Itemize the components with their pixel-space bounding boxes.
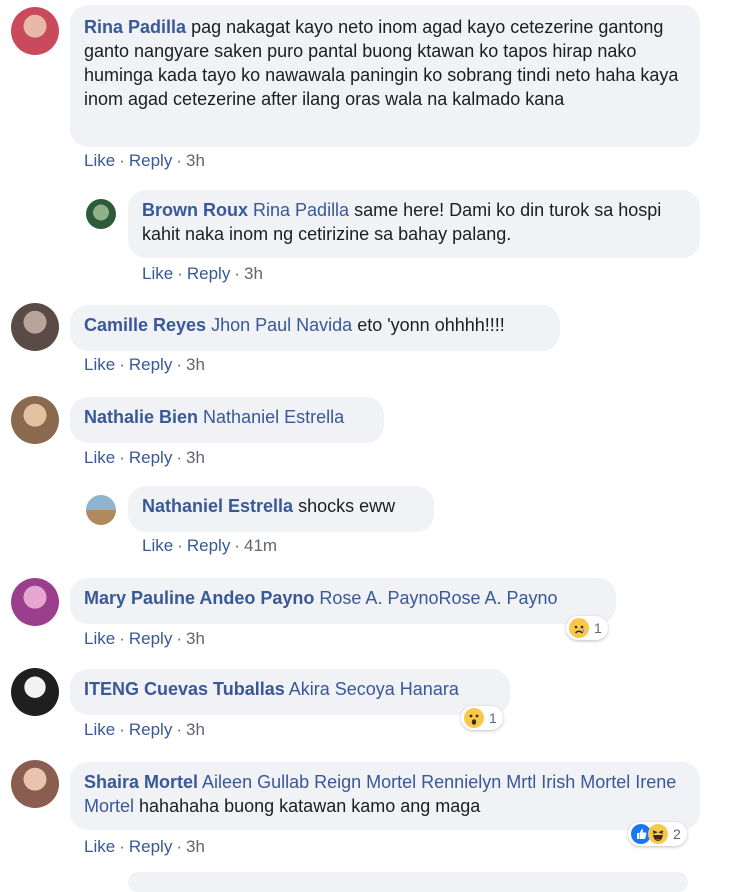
comment-bubble: Shaira Mortel Aileen Gullab Reign Mortel…: [70, 762, 700, 830]
comment-time[interactable]: 3h: [186, 448, 205, 467]
comment-author[interactable]: ITENG Cuevas Tuballas: [84, 679, 285, 699]
comment-actions: Like · Reply · 3h: [84, 720, 205, 739]
reaction-badge[interactable]: 2: [628, 822, 687, 846]
like-button[interactable]: Like: [84, 448, 115, 467]
comment-bubble: Rina Padilla pag nakagat kayo neto inom …: [70, 5, 700, 147]
reply-button[interactable]: Reply: [129, 151, 172, 170]
avatar[interactable]: [11, 396, 59, 444]
wow-icon: [464, 708, 484, 728]
comment-actions: Like · Reply · 41m: [142, 536, 278, 555]
reply-button[interactable]: Reply: [129, 355, 172, 374]
avatar[interactable]: [11, 760, 59, 808]
comment-author[interactable]: Mary Pauline Andeo Payno: [84, 588, 314, 608]
comment-actions: Like · Reply · 3h: [84, 448, 205, 467]
comment-bubble: ITENG Cuevas Tuballas Akira Secoya Hanar…: [70, 669, 510, 715]
like-button[interactable]: Like: [142, 264, 173, 283]
sad-icon: [569, 618, 589, 638]
mention-link[interactable]: Akira Secoya Hanara: [289, 679, 459, 699]
like-button[interactable]: Like: [84, 629, 115, 648]
reply-button[interactable]: Reply: [129, 720, 172, 739]
reaction-count: 2: [673, 826, 681, 842]
like-button[interactable]: Like: [84, 355, 115, 374]
comment-actions: Like · Reply · 3h: [142, 264, 263, 283]
reaction-badge[interactable]: 1: [461, 706, 503, 730]
reaction-count: 1: [489, 710, 497, 726]
like-button[interactable]: Like: [142, 536, 173, 555]
comment-bubble: Brown Roux Rina Padilla same here! Dami …: [128, 190, 700, 258]
comment-actions: Like · Reply · 3h: [84, 151, 205, 170]
comment-author[interactable]: Nathalie Bien: [84, 407, 198, 427]
comment-bubble: [128, 872, 688, 892]
avatar[interactable]: [86, 199, 116, 229]
avatar[interactable]: [11, 668, 59, 716]
reaction-count: 1: [594, 620, 602, 636]
like-button[interactable]: Like: [84, 837, 115, 856]
comment-bubble: Camille Reyes Jhon Paul Navida eto 'yonn…: [70, 305, 560, 351]
comment-author[interactable]: Shaira Mortel: [84, 772, 198, 792]
like-button[interactable]: Like: [84, 151, 115, 170]
comment-time[interactable]: 3h: [186, 151, 205, 170]
comment-time[interactable]: 3h: [186, 720, 205, 739]
mention-link[interactable]: Rose A. PaynoRose A. Payno: [319, 588, 557, 608]
reply-button[interactable]: Reply: [187, 264, 230, 283]
reaction-badge[interactable]: 1: [566, 616, 608, 640]
avatar[interactable]: [11, 7, 59, 55]
comment-actions: Like · Reply · 3h: [84, 629, 205, 648]
comment-text: shocks eww: [298, 496, 396, 516]
comment-time[interactable]: 3h: [186, 355, 205, 374]
comment-author[interactable]: Brown Roux: [142, 200, 248, 220]
haha-icon: [648, 824, 668, 844]
reply-button[interactable]: Reply: [129, 629, 172, 648]
comment-bubble: Nathaniel Estrella shocks eww: [128, 486, 434, 532]
reply-button[interactable]: Reply: [129, 448, 172, 467]
comment-author[interactable]: Camille Reyes: [84, 315, 206, 335]
comment-text: hahahaha buong katawan kamo ang maga: [139, 796, 481, 816]
mention-link[interactable]: Nathaniel Estrella: [203, 407, 344, 427]
comment-author[interactable]: Nathaniel Estrella: [142, 496, 293, 516]
comment-time[interactable]: 41m: [244, 536, 277, 555]
comment-time[interactable]: 3h: [186, 629, 205, 648]
comment-actions: Like · Reply · 3h: [84, 355, 205, 374]
reply-button[interactable]: Reply: [187, 536, 230, 555]
comment-bubble: Nathalie Bien Nathaniel Estrella: [70, 397, 384, 443]
comment-actions: Like · Reply · 3h: [84, 837, 205, 856]
comment-time[interactable]: 3h: [186, 837, 205, 856]
comment-author[interactable]: Rina Padilla: [84, 17, 186, 37]
comment-time[interactable]: 3h: [244, 264, 263, 283]
avatar[interactable]: [11, 303, 59, 351]
mention-link[interactable]: Jhon Paul Navida: [211, 315, 352, 335]
avatar[interactable]: [11, 578, 59, 626]
avatar[interactable]: [86, 495, 116, 525]
comment-text: eto 'yonn ohhhh!!!!: [357, 315, 505, 335]
like-button[interactable]: Like: [84, 720, 115, 739]
comment-bubble: Mary Pauline Andeo Payno Rose A. PaynoRo…: [70, 578, 616, 624]
mention-link[interactable]: Rina Padilla: [253, 200, 349, 220]
reply-button[interactable]: Reply: [129, 837, 172, 856]
